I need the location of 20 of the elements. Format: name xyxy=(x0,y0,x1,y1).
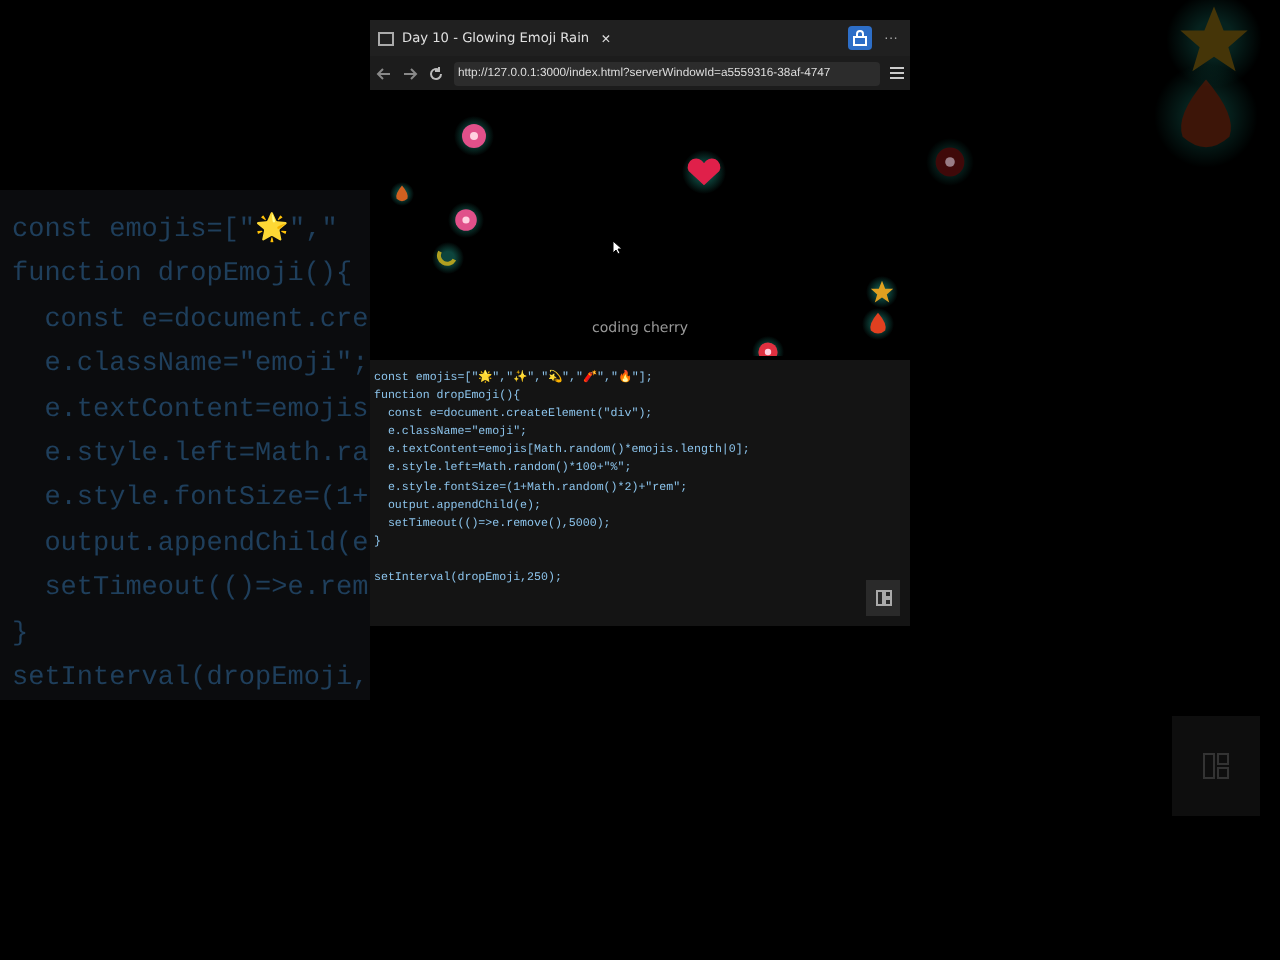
back-icon[interactable] xyxy=(376,65,392,81)
code-line: e.textContent=emojis xyxy=(42,393,369,430)
lock-button[interactable] xyxy=(848,26,872,50)
forward-icon[interactable] xyxy=(402,65,418,81)
code-line: e.className="emoji"; xyxy=(42,348,369,385)
code-line: const e=document.cre xyxy=(42,303,369,340)
code-line: } xyxy=(12,617,29,654)
lock-icon xyxy=(852,30,868,46)
page-icon xyxy=(378,31,394,45)
refresh-icon[interactable] xyxy=(428,65,444,81)
code-line: e.style.fontSize=(1+ xyxy=(42,482,369,519)
code-line: const emojis=["🌟"," xyxy=(12,210,338,250)
code-line: e.style.left=Math.ra xyxy=(42,438,369,475)
code-line: setTimeout(()=>e.rem xyxy=(42,572,369,609)
code-line: setInterval(dropEmoji, xyxy=(12,662,369,699)
close-tab-button[interactable]: × xyxy=(597,29,615,47)
code-line: output.appendChild(e xyxy=(42,527,369,564)
menu-icon[interactable] xyxy=(890,66,904,80)
cursor-icon xyxy=(612,240,622,256)
code-line: function dropEmoji(){ xyxy=(12,258,353,295)
